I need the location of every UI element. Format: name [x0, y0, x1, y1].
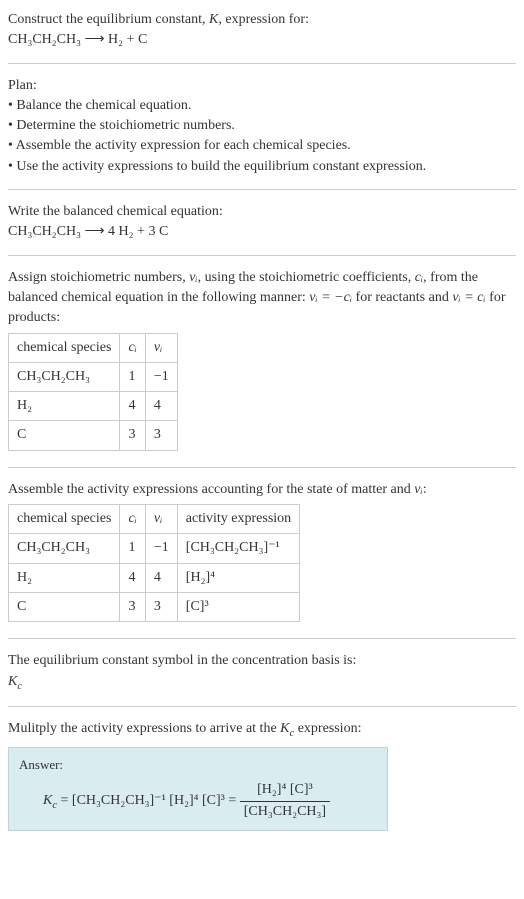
- divider: [8, 638, 516, 639]
- table-row: CH₃CH₂CH₃ 1 −1 [CH₃CH₂CH₃]⁻¹: [9, 534, 300, 563]
- col-species: chemical species: [9, 333, 120, 362]
- divider: [8, 255, 516, 256]
- table-row: H₂ 4 4: [9, 392, 178, 421]
- col-nu: νᵢ: [145, 333, 177, 362]
- ksymbol-section: The equilibrium constant symbol in the c…: [8, 645, 516, 699]
- table-row: CH₃CH₂CH₃ 1 −1: [9, 362, 178, 391]
- divider: [8, 189, 516, 190]
- table-row: C 3 3: [9, 421, 178, 450]
- balanced-header: Write the balanced chemical equation:: [8, 202, 516, 222]
- col-activity: activity expression: [177, 505, 299, 534]
- col-species: chemical species: [9, 505, 120, 534]
- divider: [8, 63, 516, 64]
- answer-expression: Kc = [CH₃CH₂CH₃]⁻¹ [H₂]⁴ [C]³ = [H₂]⁴ [C…: [43, 780, 377, 822]
- intro-equation: CH₃CH₂CH₃ ⟶ H₂ + C: [8, 32, 147, 47]
- final-intro: Mulitply the activity expressions to arr…: [8, 719, 516, 741]
- balanced-section: Write the balanced chemical equation: CH…: [8, 196, 516, 249]
- final-section: Mulitply the activity expressions to arr…: [8, 713, 516, 841]
- plan-bullet-3: • Assemble the activity expression for e…: [8, 136, 516, 156]
- table-header-row: chemical species cᵢ νᵢ activity expressi…: [9, 505, 300, 534]
- divider: [8, 706, 516, 707]
- table-header-row: chemical species cᵢ νᵢ: [9, 333, 178, 362]
- plan-bullet-1: • Balance the chemical equation.: [8, 96, 516, 116]
- answer-label: Answer:: [19, 756, 377, 775]
- plan-bullet-4: • Use the activity expressions to build …: [8, 157, 516, 177]
- stoich-table: chemical species cᵢ νᵢ CH₃CH₂CH₃ 1 −1 H₂…: [8, 333, 178, 451]
- col-nu: νᵢ: [145, 505, 177, 534]
- table-row: C 3 3 [C]³: [9, 592, 300, 621]
- activity-table: chemical species cᵢ νᵢ activity expressi…: [8, 504, 300, 622]
- stoich-intro: Assign stoichiometric numbers, νᵢ, using…: [8, 268, 516, 329]
- balanced-equation: CH₃CH₂CH₃ ⟶ 4 H₂ + 3 C: [8, 222, 516, 242]
- activity-section: Assemble the activity expressions accoun…: [8, 474, 516, 632]
- ksymbol: Kc: [8, 672, 516, 694]
- divider: [8, 467, 516, 468]
- intro-text: Construct the equilibrium constant, K, e…: [8, 12, 309, 27]
- intro-section: Construct the equilibrium constant, K, e…: [8, 4, 516, 57]
- stoich-section: Assign stoichiometric numbers, νᵢ, using…: [8, 262, 516, 461]
- plan-bullet-2: • Determine the stoichiometric numbers.: [8, 116, 516, 136]
- ksymbol-text: The equilibrium constant symbol in the c…: [8, 651, 516, 671]
- fraction: [H₂]⁴ [C]³ [CH₃CH₂CH₃]: [240, 780, 330, 822]
- answer-box: Answer: Kc = [CH₃CH₂CH₃]⁻¹ [H₂]⁴ [C]³ = …: [8, 747, 388, 831]
- activity-intro: Assemble the activity expressions accoun…: [8, 480, 516, 500]
- col-ci: cᵢ: [120, 333, 145, 362]
- plan-section: Plan: • Balance the chemical equation. •…: [8, 70, 516, 183]
- plan-header: Plan:: [8, 76, 516, 96]
- col-ci: cᵢ: [120, 505, 145, 534]
- table-row: H₂ 4 4 [H₂]⁴: [9, 563, 300, 592]
